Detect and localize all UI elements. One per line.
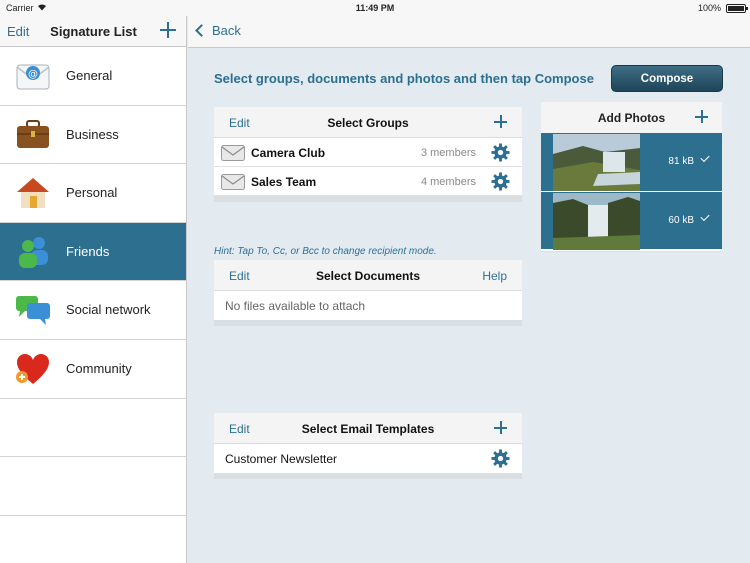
- house-icon: [17, 178, 49, 209]
- group-row[interactable]: Camera Club 3 members: [214, 138, 522, 167]
- sidebar-item-label: Community: [66, 360, 132, 376]
- sidebar-title: Signature List: [50, 24, 137, 39]
- sidebar-item-business[interactable]: Business: [0, 105, 186, 165]
- instruction-text: Select groups, documents and photos and …: [214, 71, 594, 86]
- documents-panel: Edit Select Documents Help No files avai…: [214, 260, 522, 326]
- sidebar-item-label: Friends: [66, 243, 110, 259]
- people-icon: [19, 236, 48, 268]
- group-name: Camera Club: [251, 146, 326, 160]
- photos-header: Add Photos: [541, 102, 722, 133]
- sidebar: Edit Signature List @ General Business P…: [0, 16, 187, 563]
- groups-panel: Edit Select Groups Camera Club 3 members: [214, 107, 522, 202]
- envelope-icon: [221, 174, 245, 190]
- add-group-icon[interactable]: [494, 115, 507, 128]
- sidebar-item-label: Social network: [66, 302, 151, 318]
- hint-text: Hint: Tap To, Cc, or Bcc to change recip…: [214, 246, 437, 257]
- sidebar-item-personal[interactable]: Personal: [0, 164, 186, 223]
- photo-size: 60 kB: [668, 215, 694, 226]
- group-member-count: 3 members: [420, 147, 476, 159]
- sidebar-item-social-network[interactable]: Social network: [0, 281, 186, 340]
- photo-size: 81 kB: [668, 156, 694, 167]
- templates-panel: Edit Select Email Templates Customer New…: [214, 413, 522, 479]
- add-template-icon[interactable]: [494, 421, 507, 434]
- empty-list-row: [0, 457, 186, 516]
- compose-button[interactable]: Compose: [611, 65, 723, 92]
- documents-empty-text: No files available to attach: [225, 299, 366, 313]
- checkmark-icon: [700, 152, 710, 163]
- briefcase-icon: [17, 119, 49, 148]
- detail-nav-bar: Back: [188, 16, 750, 48]
- battery-icon: [726, 4, 748, 13]
- photo-row[interactable]: 81 kB: [541, 133, 722, 191]
- sidebar-item-label: Personal: [66, 185, 118, 201]
- sidebar-item-label: General: [66, 68, 113, 83]
- battery-percent: 100%: [697, 3, 721, 13]
- photo-thumbnail: [553, 193, 640, 250]
- chevron-left-icon: [195, 24, 208, 37]
- template-row[interactable]: Customer Newsletter: [214, 444, 522, 473]
- clock: 11:49 PM: [355, 3, 395, 13]
- templates-title: Select Email Templates: [301, 422, 435, 436]
- heart-icon: [16, 353, 49, 384]
- empty-list-row: [0, 399, 186, 458]
- gear-icon[interactable]: [491, 172, 510, 191]
- status-bar: Carrier 11:49 PM 100%: [0, 0, 750, 16]
- group-row[interactable]: Sales Team 4 members: [214, 167, 522, 196]
- back-button[interactable]: Back: [195, 23, 241, 38]
- back-label: Back: [212, 23, 241, 38]
- sidebar-nav-bar: Edit Signature List: [0, 16, 186, 47]
- add-photo-icon[interactable]: [695, 110, 708, 123]
- group-member-count: 4 members: [420, 176, 476, 188]
- photo-thumbnail: [553, 134, 640, 191]
- sidebar-item-label: Business: [66, 126, 119, 142]
- mail-icon: @: [16, 64, 50, 90]
- category-list: @ General Business Personal Friends Soci…: [0, 47, 186, 516]
- groups-title: Select Groups: [327, 116, 409, 130]
- help-button[interactable]: Help: [482, 269, 507, 283]
- envelope-icon: [221, 145, 245, 161]
- add-signature-icon[interactable]: [160, 22, 176, 38]
- sidebar-item-general[interactable]: @ General: [0, 47, 186, 106]
- sidebar-item-friends[interactable]: Friends: [0, 222, 186, 282]
- svg-text:@: @: [28, 69, 38, 80]
- templates-header: Edit Select Email Templates: [214, 413, 522, 444]
- documents-title: Select Documents: [315, 269, 421, 283]
- sidebar-item-community[interactable]: Community: [0, 339, 186, 399]
- groups-header: Edit Select Groups: [214, 107, 522, 138]
- gear-icon[interactable]: [491, 449, 510, 468]
- photos-panel: Add Photos 81 kB 60 kB: [541, 102, 722, 252]
- photo-row[interactable]: 60 kB: [541, 191, 722, 250]
- gear-icon[interactable]: [491, 143, 510, 162]
- template-name: Customer Newsletter: [225, 452, 338, 466]
- group-name: Sales Team: [251, 175, 317, 189]
- documents-header: Edit Select Documents Help: [214, 260, 522, 291]
- chat-bubbles-icon: [16, 296, 50, 326]
- checkmark-icon: [700, 211, 710, 222]
